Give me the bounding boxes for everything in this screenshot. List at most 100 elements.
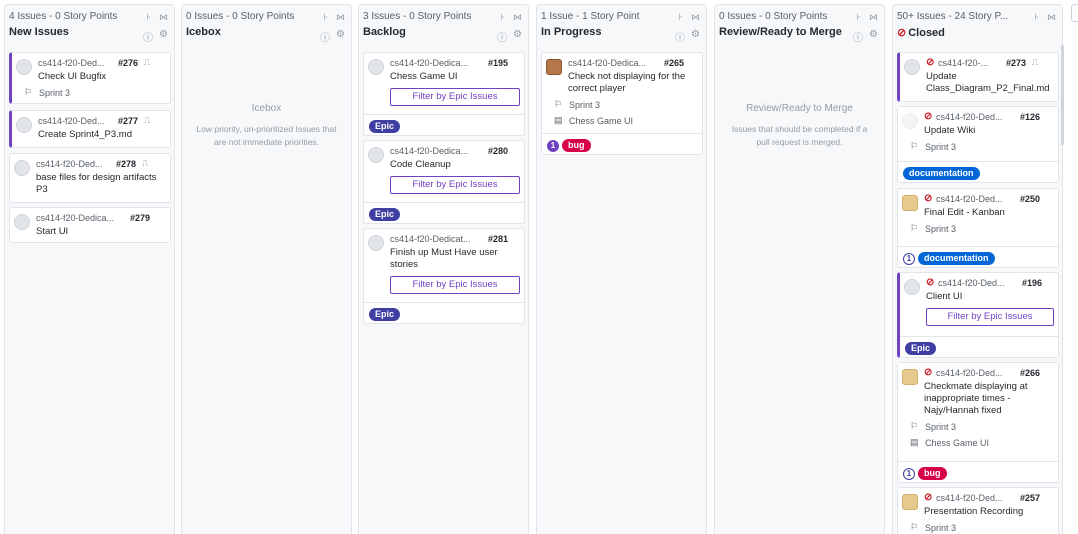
- issue-card[interactable]: ⊘ cs414-f20-Ded... #126 Update Wiki ⚐ Sprin…: [897, 106, 1059, 183]
- issue-card[interactable]: cs414-f20-Dedica... #265 Check not displa…: [541, 52, 703, 155]
- label-epic[interactable]: Epic: [369, 120, 401, 133]
- empty-state-title: Icebox: [251, 103, 282, 114]
- info-icon[interactable]: ⓘ: [143, 29, 153, 44]
- empty-state-description: Issues that should be completed if a pul…: [731, 124, 868, 147]
- filter-epic-button[interactable]: Filter by Epic Issues: [390, 176, 520, 194]
- expand-icon[interactable]: ⋈: [159, 12, 168, 23]
- gear-icon[interactable]: ⚙: [869, 29, 878, 44]
- issue-count-badge: 1: [903, 467, 915, 480]
- info-icon[interactable]: ⓘ: [675, 29, 685, 44]
- issue-title[interactable]: Update Class_Diagram_P2_Final.md: [926, 71, 1054, 95]
- collapse-icon[interactable]: ⊦: [856, 12, 861, 23]
- issue-title[interactable]: Check UI Bugfix: [38, 71, 166, 83]
- avatar: [368, 235, 384, 251]
- info-icon[interactable]: ⓘ: [320, 29, 330, 44]
- epic-name[interactable]: Chess Game UI: [569, 116, 633, 126]
- label-epic[interactable]: Epic: [369, 308, 401, 321]
- issue-number[interactable]: #280: [488, 146, 508, 156]
- issue-title[interactable]: base files for design artifacts P3: [36, 172, 166, 196]
- issue-number[interactable]: #266: [1020, 368, 1040, 378]
- issue-title[interactable]: Presentation Recording: [924, 506, 1054, 518]
- sprint-name[interactable]: Sprint 3: [925, 224, 956, 234]
- issue-title[interactable]: Finish up Must Have user stories: [390, 247, 520, 271]
- collapse-icon[interactable]: ⊦: [678, 12, 683, 23]
- gear-icon[interactable]: ⚙: [513, 29, 522, 44]
- expand-icon[interactable]: ⋈: [691, 12, 700, 23]
- issue-title[interactable]: Start UI: [36, 226, 166, 238]
- issue-title[interactable]: Final Edit - Kanban: [924, 207, 1054, 219]
- gear-icon[interactable]: ⚙: [159, 29, 168, 44]
- collapse-icon[interactable]: ⊦: [323, 12, 328, 23]
- column-scrollbar[interactable]: [1061, 45, 1064, 145]
- collapse-icon[interactable]: ⊦: [500, 12, 505, 23]
- issue-title[interactable]: Checkmate displaying at inappropriate ti…: [924, 381, 1054, 417]
- info-icon[interactable]: ⓘ: [853, 29, 863, 44]
- avatar: [902, 195, 918, 211]
- expand-icon[interactable]: ⋈: [869, 12, 878, 23]
- sprint-name[interactable]: Sprint 3: [925, 523, 956, 533]
- expand-icon[interactable]: ⋈: [336, 12, 345, 23]
- closed-issue-icon: ⊘: [924, 367, 933, 378]
- epic-card[interactable]: cs414-f20-Dedica... #195 Chess Game UI Fi…: [363, 52, 525, 136]
- issue-card[interactable]: cs414-f20-Ded... #276 ⎍ Check UI Bugfix ⚐ S…: [9, 52, 171, 104]
- issue-title[interactable]: Client UI: [926, 291, 1054, 303]
- issue-number[interactable]: #196: [1022, 278, 1042, 288]
- epic-card[interactable]: cs414-f20-Dedica... #280 Code Cleanup Fil…: [363, 140, 525, 224]
- sprint-name[interactable]: Sprint 3: [925, 142, 956, 152]
- milestone-icon: ⚐: [910, 141, 919, 151]
- expand-icon[interactable]: ⋈: [1047, 12, 1056, 23]
- issue-title[interactable]: Update Wiki: [924, 125, 1054, 137]
- issue-number[interactable]: #273: [1006, 58, 1026, 68]
- pull-request-icon: ⎍: [142, 158, 149, 168]
- epic-name[interactable]: Chess Game UI: [925, 438, 989, 448]
- issue-number[interactable]: #278: [116, 159, 136, 169]
- epic-card[interactable]: ⊘ cs414-f20-Ded... #196 Client UI Filter b…: [897, 272, 1059, 358]
- gear-icon[interactable]: ⚙: [336, 29, 345, 44]
- issue-card[interactable]: ⊘ cs414-f20-Ded... #266 Checkmate displayi…: [897, 362, 1059, 483]
- issue-card[interactable]: ⊘ cs414-f20-Ded... #250 Final Edit - Kanba…: [897, 188, 1059, 268]
- filter-epic-button[interactable]: Filter by Epic Issues: [926, 308, 1054, 326]
- epic-card[interactable]: cs414-f20-Dedicat... #281 Finish up Must …: [363, 228, 525, 324]
- issue-number[interactable]: #265: [664, 58, 684, 68]
- collapse-icon[interactable]: ⊦: [1034, 12, 1039, 23]
- issue-card[interactable]: cs414-f20-Dedica... #279 Start UI: [9, 207, 171, 243]
- repo-name: cs414-f20-Ded...: [936, 368, 1003, 378]
- repo-name: cs414-f20-Ded...: [38, 58, 105, 68]
- repo-name: cs414-f20-Dedica...: [568, 58, 647, 68]
- label-documentation[interactable]: documentation: [903, 167, 980, 180]
- label-documentation[interactable]: documentation: [918, 252, 995, 265]
- label-bug[interactable]: bug: [918, 467, 947, 480]
- filter-epic-button[interactable]: Filter by Epic Issues: [390, 88, 520, 106]
- issue-number[interactable]: #276: [118, 58, 138, 68]
- issue-title[interactable]: Chess Game UI: [390, 71, 520, 83]
- collapse-icon[interactable]: ⊦: [146, 12, 151, 23]
- sprint-name[interactable]: Sprint 3: [925, 422, 956, 432]
- sprint-name[interactable]: Sprint 3: [39, 88, 70, 98]
- gear-icon[interactable]: ⚙: [691, 29, 700, 44]
- issue-card[interactable]: cs414-f20-Ded... #277 ⎍ Create Sprint4_P3.…: [9, 110, 171, 148]
- issue-card[interactable]: ⊘ cs414-f20-... #273 ⎍ Update Class_Diagram…: [897, 52, 1059, 102]
- filter-epic-button[interactable]: Filter by Epic Issues: [390, 276, 520, 294]
- issue-number[interactable]: #257: [1020, 493, 1040, 503]
- column-review: 0 Issues - 0 Story Points Review/Ready t…: [714, 4, 885, 534]
- label-bug[interactable]: bug: [562, 139, 591, 152]
- label-epic[interactable]: Epic: [905, 342, 937, 355]
- issue-number[interactable]: #250: [1020, 194, 1040, 204]
- repo-name: cs414-f20-Ded...: [936, 194, 1003, 204]
- issue-number[interactable]: #195: [488, 58, 508, 68]
- avatar: [16, 117, 32, 133]
- expand-icon[interactable]: ⋈: [513, 12, 522, 23]
- issue-title[interactable]: Create Sprint4_P3.md: [38, 129, 166, 141]
- issue-title[interactable]: Code Cleanup: [390, 159, 520, 171]
- sprint-name[interactable]: Sprint 3: [569, 100, 600, 110]
- label-epic[interactable]: Epic: [369, 208, 401, 221]
- issue-number[interactable]: #279: [130, 213, 150, 223]
- issue-title[interactable]: Check not displaying for the correct pla…: [568, 71, 698, 95]
- issue-card[interactable]: ⊘ cs414-f20-Ded... #257 Presentation Recor…: [897, 487, 1059, 534]
- info-icon[interactable]: ⓘ: [497, 29, 507, 44]
- closed-issue-icon: ⊘: [926, 277, 935, 288]
- issue-number[interactable]: #126: [1020, 112, 1040, 122]
- issue-card[interactable]: cs414-f20-Ded... #278 ⎍ base files for des…: [9, 153, 171, 203]
- issue-number[interactable]: #277: [118, 116, 138, 126]
- issue-number[interactable]: #281: [488, 234, 508, 244]
